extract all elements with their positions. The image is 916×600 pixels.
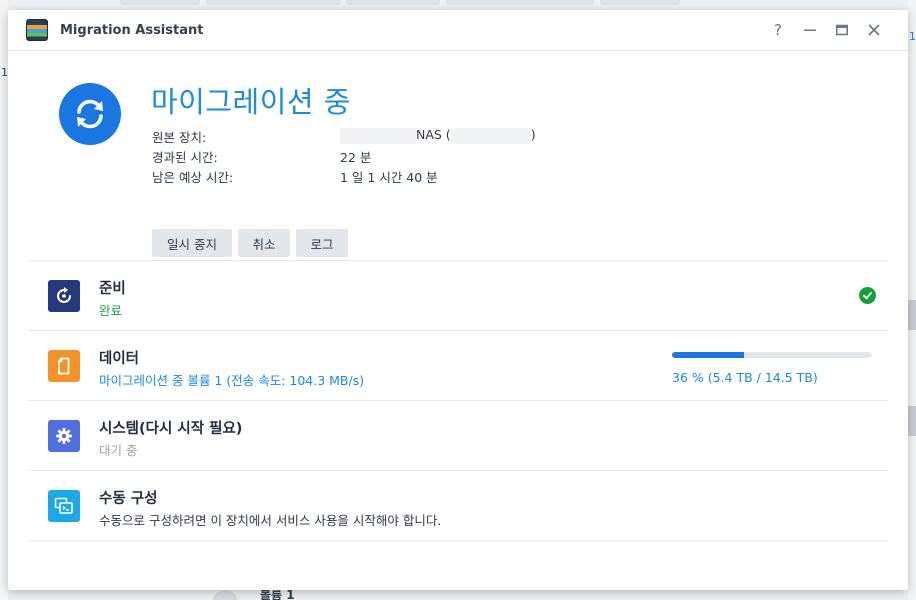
background-tab — [446, 0, 594, 5]
step-manual-config-icon-box — [48, 490, 80, 522]
minimize-icon — [804, 29, 816, 31]
background-left-number: 1 — [1, 66, 8, 79]
data-progress-fill — [672, 352, 744, 358]
elapsed-time-row: 경과된 시간: 22 분 — [152, 147, 371, 166]
step-preparation-icon-box — [48, 280, 80, 312]
step-title: 데이터 — [99, 351, 140, 367]
sync-icon — [77, 99, 103, 129]
close-icon — [868, 24, 880, 36]
source-device-close: ) — [530, 127, 536, 142]
file-icon — [58, 357, 70, 375]
step-status: 완료 — [99, 303, 123, 318]
step-status: 대기 중 — [99, 443, 138, 458]
close-button[interactable] — [858, 17, 890, 43]
background-tab — [206, 0, 341, 5]
data-progress-bar — [672, 352, 872, 358]
redacted-device-name — [340, 127, 416, 144]
migration-status-header: 마이그레이션 중 원본 장치: NAS () 경과된 시간: 22 분 남은 예… — [8, 51, 908, 263]
log-button[interactable]: 로그 — [296, 229, 348, 257]
remaining-time-row: 남은 예상 시간: 1 일 1 시간 40 분 — [152, 167, 438, 186]
maximize-icon — [836, 24, 848, 36]
background-right-marker — [908, 300, 916, 330]
step-data: 데이터 마이그레이션 중 볼륨 1 (전송 속도: 104.3 MB/s) 36… — [28, 331, 888, 401]
cancel-button[interactable]: 취소 — [238, 229, 290, 257]
status-icon-circle — [59, 83, 121, 145]
page-title: 마이그레이션 중 — [151, 85, 351, 119]
source-device-nas: NAS ( — [416, 127, 451, 142]
restart-icon — [57, 287, 71, 303]
step-title: 준비 — [99, 281, 126, 297]
background-right-marker — [908, 406, 916, 436]
step-data-icon-box — [48, 350, 80, 382]
background-tab — [346, 0, 440, 5]
step-preparation: 준비 완료 — [28, 261, 888, 331]
help-button[interactable]: ? — [762, 17, 794, 43]
migration-assistant-app-icon — [26, 19, 48, 41]
check-circle-icon — [859, 287, 876, 304]
step-system-icon-box — [48, 420, 80, 452]
migration-assistant-window: Migration Assistant ? 마이그레이션 중 원본 장치: NA… — [8, 10, 908, 590]
titlebar[interactable]: Migration Assistant ? — [8, 10, 908, 51]
background-left-panel — [0, 0, 8, 600]
action-buttons: 일시 중지 취소 로그 — [152, 229, 348, 257]
elapsed-time-value: 22 분 — [340, 150, 372, 165]
step-status: 마이그레이션 중 볼륨 1 (전송 속도: 104.3 MB/s) — [99, 373, 365, 388]
background-tab — [120, 0, 200, 5]
remaining-time-label: 남은 예상 시간: — [152, 170, 234, 185]
console-icon — [54, 497, 73, 514]
pause-button[interactable]: 일시 중지 — [152, 229, 232, 257]
elapsed-time-label: 경과된 시간: — [152, 150, 218, 165]
background-tab — [600, 0, 680, 5]
source-device-value: NAS () — [340, 127, 536, 146]
minimize-button[interactable] — [794, 17, 826, 43]
window-title: Migration Assistant — [60, 22, 204, 38]
background-right-number: 1 — [909, 30, 916, 43]
maximize-button[interactable] — [826, 17, 858, 43]
step-manual-config: 수동 구성 수동으로 구성하려면 이 장치에서 서비스 사용을 시작해야 합니다… — [28, 471, 888, 541]
data-progress-text: 36 % (5.4 TB / 14.5 TB) — [672, 370, 818, 385]
step-system: 시스템(다시 시작 필요) 대기 중 — [28, 401, 888, 471]
source-device-label: 원본 장치: — [152, 130, 207, 145]
background-bottom-strip — [8, 590, 908, 600]
step-title: 수동 구성 — [99, 491, 158, 507]
step-status: 수동으로 구성하려면 이 장치에서 서비스 사용을 시작해야 합니다. — [99, 513, 442, 528]
source-device-row: 원본 장치: NAS () — [152, 127, 536, 146]
window-controls: ? — [762, 17, 890, 43]
gear-icon — [56, 428, 72, 444]
remaining-time-value: 1 일 1 시간 40 분 — [340, 170, 438, 185]
step-title: 시스템(다시 시작 필요) — [99, 421, 243, 437]
redacted-device-address — [450, 127, 531, 144]
migration-steps-list: 준비 완료 데이터 마이그레이션 중 볼륨 1 (전송 속도: 104.3 MB… — [28, 260, 888, 541]
